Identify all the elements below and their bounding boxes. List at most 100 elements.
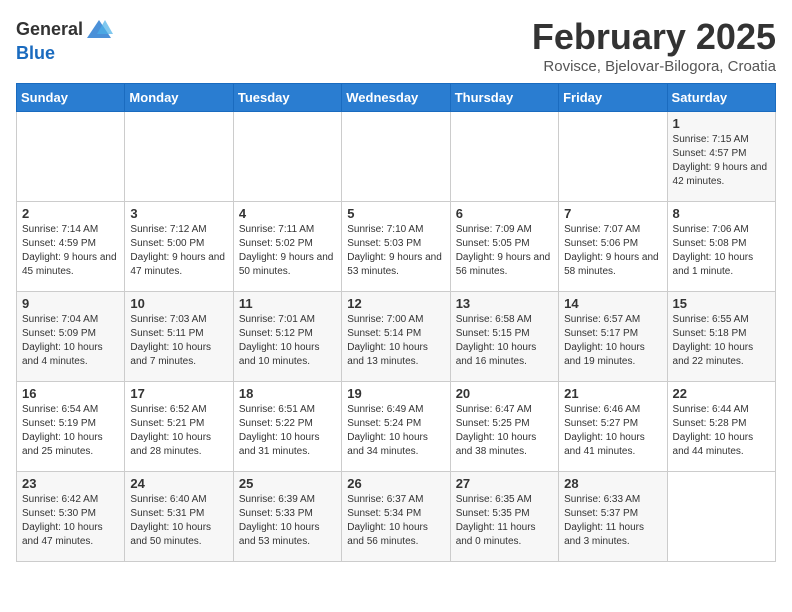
week-row-5: 23 Sunrise: 6:42 AM Sunset: 5:30 PM Dayli… [17, 472, 776, 562]
day-info: Sunrise: 7:10 AM Sunset: 5:03 PM Dayligh… [347, 223, 444, 279]
day-info: Sunrise: 6:44 AM Sunset: 5:28 PM Dayligh… [673, 403, 770, 459]
day-info: Sunrise: 6:46 AM Sunset: 5:27 PM Dayligh… [564, 403, 661, 459]
day-info: Sunrise: 7:04 AM Sunset: 5:09 PM Dayligh… [22, 313, 119, 369]
day-info: Sunrise: 7:07 AM Sunset: 5:06 PM Dayligh… [564, 223, 661, 279]
day-number: 8 [673, 206, 770, 221]
day-info: Sunrise: 6:35 AM Sunset: 5:35 PM Dayligh… [456, 493, 553, 549]
header-sunday: Sunday [17, 84, 125, 112]
day-number: 20 [456, 386, 553, 401]
location-subtitle: Rovisce, Bjelovar-Bilogora, Croatia [532, 58, 776, 75]
day-info: Sunrise: 7:06 AM Sunset: 5:08 PM Dayligh… [673, 223, 770, 279]
calendar-cell: 1 Sunrise: 7:15 AM Sunset: 4:57 PM Daylig… [667, 112, 775, 202]
header-saturday: Saturday [667, 84, 775, 112]
calendar-cell: 20 Sunrise: 6:47 AM Sunset: 5:25 PM Dayli… [450, 382, 558, 472]
day-info: Sunrise: 6:42 AM Sunset: 5:30 PM Dayligh… [22, 493, 119, 549]
day-info: Sunrise: 7:11 AM Sunset: 5:02 PM Dayligh… [239, 223, 336, 279]
day-info: Sunrise: 7:09 AM Sunset: 5:05 PM Dayligh… [456, 223, 553, 279]
day-info: Sunrise: 7:15 AM Sunset: 4:57 PM Dayligh… [673, 133, 770, 189]
calendar-cell: 19 Sunrise: 6:49 AM Sunset: 5:24 PM Dayli… [342, 382, 450, 472]
calendar-cell: 7 Sunrise: 7:07 AM Sunset: 5:06 PM Daylig… [559, 202, 667, 292]
calendar-cell: 2 Sunrise: 7:14 AM Sunset: 4:59 PM Daylig… [17, 202, 125, 292]
calendar-table: Sunday Monday Tuesday Wednesday Thursday… [16, 83, 776, 562]
day-info: Sunrise: 6:39 AM Sunset: 5:33 PM Dayligh… [239, 493, 336, 549]
day-number: 12 [347, 296, 444, 311]
day-number: 21 [564, 386, 661, 401]
day-number: 14 [564, 296, 661, 311]
calendar-cell: 26 Sunrise: 6:37 AM Sunset: 5:34 PM Dayli… [342, 472, 450, 562]
logo-blue-text: Blue [16, 44, 55, 64]
calendar-cell [233, 112, 341, 202]
day-number: 19 [347, 386, 444, 401]
calendar-cell: 5 Sunrise: 7:10 AM Sunset: 5:03 PM Daylig… [342, 202, 450, 292]
day-number: 3 [130, 206, 227, 221]
calendar-cell: 25 Sunrise: 6:39 AM Sunset: 5:33 PM Dayli… [233, 472, 341, 562]
day-info: Sunrise: 6:40 AM Sunset: 5:31 PM Dayligh… [130, 493, 227, 549]
day-number: 1 [673, 116, 770, 131]
day-number: 17 [130, 386, 227, 401]
day-info: Sunrise: 6:55 AM Sunset: 5:18 PM Dayligh… [673, 313, 770, 369]
calendar-cell: 4Sunrise: 7:11 AM Sunset: 5:02 PM Daylig… [233, 202, 341, 292]
calendar-cell [17, 112, 125, 202]
logo: General Blue [16, 16, 113, 64]
calendar-cell: 15 Sunrise: 6:55 AM Sunset: 5:18 PM Dayli… [667, 292, 775, 382]
logo-icon [85, 16, 113, 44]
day-info: Sunrise: 7:00 AM Sunset: 5:14 PM Dayligh… [347, 313, 444, 369]
day-number: 23 [22, 476, 119, 491]
month-title: February 2025 [532, 16, 776, 58]
day-number: 28 [564, 476, 661, 491]
day-info: Sunrise: 6:37 AM Sunset: 5:34 PM Dayligh… [347, 493, 444, 549]
calendar-cell: 9 Sunrise: 7:04 AM Sunset: 5:09 PM Daylig… [17, 292, 125, 382]
calendar-cell [559, 112, 667, 202]
day-number: 27 [456, 476, 553, 491]
weekday-header-row: Sunday Monday Tuesday Wednesday Thursday… [17, 84, 776, 112]
calendar-cell: 12 Sunrise: 7:00 AM Sunset: 5:14 PM Dayli… [342, 292, 450, 382]
calendar-cell [342, 112, 450, 202]
day-number: 15 [673, 296, 770, 311]
day-info: Sunrise: 7:14 AM Sunset: 4:59 PM Dayligh… [22, 223, 119, 279]
day-number: 18 [239, 386, 336, 401]
week-row-1: 1 Sunrise: 7:15 AM Sunset: 4:57 PM Daylig… [17, 112, 776, 202]
calendar-cell: 6 Sunrise: 7:09 AM Sunset: 5:05 PM Daylig… [450, 202, 558, 292]
calendar-cell: 16Sunrise: 6:54 AM Sunset: 5:19 PM Dayli… [17, 382, 125, 472]
calendar-cell [125, 112, 233, 202]
calendar-cell: 10 Sunrise: 7:03 AM Sunset: 5:11 PM Dayli… [125, 292, 233, 382]
day-info: Sunrise: 6:51 AM Sunset: 5:22 PM Dayligh… [239, 403, 336, 459]
day-info: Sunrise: 7:03 AM Sunset: 5:11 PM Dayligh… [130, 313, 227, 369]
day-number: 5 [347, 206, 444, 221]
header-wednesday: Wednesday [342, 84, 450, 112]
day-info: Sunrise: 6:57 AM Sunset: 5:17 PM Dayligh… [564, 313, 661, 369]
calendar-cell [667, 472, 775, 562]
calendar-cell: 14 Sunrise: 6:57 AM Sunset: 5:17 PM Dayli… [559, 292, 667, 382]
calendar-cell: 13Sunrise: 6:58 AM Sunset: 5:15 PM Dayli… [450, 292, 558, 382]
day-info: Sunrise: 6:54 AM Sunset: 5:19 PM Dayligh… [22, 403, 119, 459]
calendar-cell: 24 Sunrise: 6:40 AM Sunset: 5:31 PM Dayli… [125, 472, 233, 562]
calendar-cell: 11 Sunrise: 7:01 AM Sunset: 5:12 PM Dayli… [233, 292, 341, 382]
header-monday: Monday [125, 84, 233, 112]
day-number: 25 [239, 476, 336, 491]
week-row-4: 16Sunrise: 6:54 AM Sunset: 5:19 PM Dayli… [17, 382, 776, 472]
day-number: 22 [673, 386, 770, 401]
day-number: 6 [456, 206, 553, 221]
day-info: Sunrise: 6:33 AM Sunset: 5:37 PM Dayligh… [564, 493, 661, 549]
calendar-cell [450, 112, 558, 202]
calendar-cell: 8 Sunrise: 7:06 AM Sunset: 5:08 PM Daylig… [667, 202, 775, 292]
day-info: Sunrise: 6:49 AM Sunset: 5:24 PM Dayligh… [347, 403, 444, 459]
calendar-cell: 18 Sunrise: 6:51 AM Sunset: 5:22 PM Dayli… [233, 382, 341, 472]
day-info: Sunrise: 7:01 AM Sunset: 5:12 PM Dayligh… [239, 313, 336, 369]
day-number: 2 [22, 206, 119, 221]
day-number: 10 [130, 296, 227, 311]
calendar-cell: 22 Sunrise: 6:44 AM Sunset: 5:28 PM Dayli… [667, 382, 775, 472]
day-number: 9 [22, 296, 119, 311]
logo-general-text: General [16, 20, 83, 40]
day-number: 13 [456, 296, 553, 311]
day-info: Sunrise: 6:52 AM Sunset: 5:21 PM Dayligh… [130, 403, 227, 459]
week-row-3: 9 Sunrise: 7:04 AM Sunset: 5:09 PM Daylig… [17, 292, 776, 382]
day-number: 26 [347, 476, 444, 491]
day-number: 11 [239, 296, 336, 311]
day-info: Sunrise: 6:47 AM Sunset: 5:25 PM Dayligh… [456, 403, 553, 459]
calendar-cell: 23 Sunrise: 6:42 AM Sunset: 5:30 PM Dayli… [17, 472, 125, 562]
day-number: 24 [130, 476, 227, 491]
day-number: 7 [564, 206, 661, 221]
day-info: Sunrise: 7:12 AM Sunset: 5:00 PM Dayligh… [130, 223, 227, 279]
header-tuesday: Tuesday [233, 84, 341, 112]
